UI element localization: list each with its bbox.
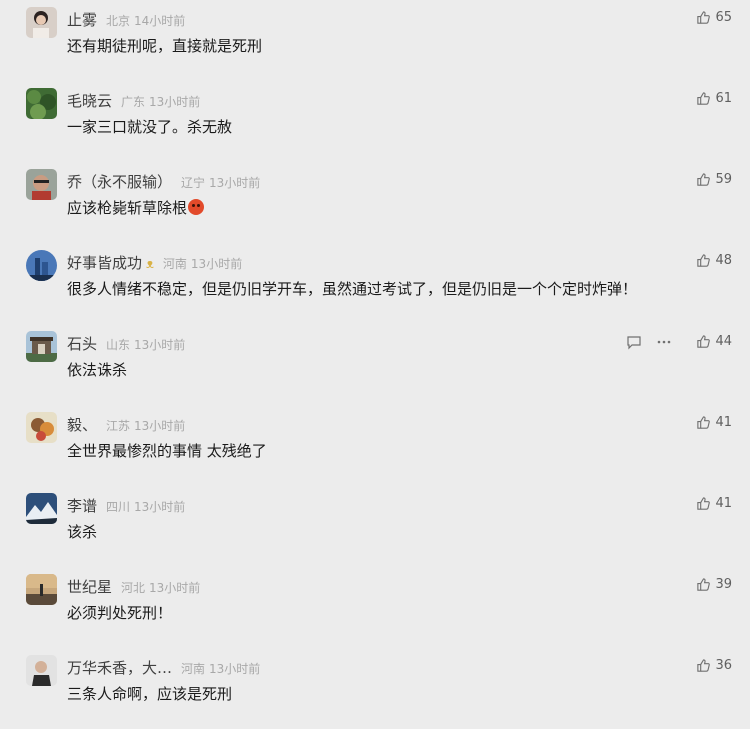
like-button[interactable]: 41 [696,415,732,430]
comment-item: 毅、 江苏 13小时前 全世界最惨烈的事情 太残绝了 41 [0,405,750,486]
avatar[interactable] [26,412,57,443]
timestamp: 13小时前 [134,338,186,352]
user-name[interactable]: 毛晓云 [67,90,112,111]
user-name[interactable]: 止雾 [67,9,97,30]
like-count: 44 [715,334,732,349]
comment-text: 依法诛杀 [67,361,128,379]
avatar[interactable] [26,574,57,605]
like-count: 59 [715,172,732,187]
timestamp: 13小时前 [149,581,201,595]
timestamp: 13小时前 [134,500,186,514]
like-button[interactable]: 39 [696,577,732,592]
user-name[interactable]: 世纪星 [67,576,112,597]
thumbs-up-icon [697,578,711,591]
thumbs-up-icon [697,659,711,672]
like-button[interactable]: 65 [696,10,732,25]
avatar[interactable] [26,250,57,281]
timestamp: 13小时前 [149,95,201,109]
region: 河南 [181,662,206,676]
user-name[interactable]: 万华禾香，大… [67,657,172,678]
comment-list: 止雾 北京 14小时前 还有期徒刑呢，直接就是死刑 65 毛晓云 广东 13小时… [0,0,750,707]
user-name[interactable]: 乔（永不服输） [67,171,172,192]
thumbs-up-icon [697,92,711,105]
like-button[interactable]: 41 [696,496,732,511]
comment-item: 石头 山东 13小时前 依法诛杀 44 [0,324,750,405]
comment-text: 全世界最惨烈的事情 太残绝了 [67,442,267,460]
thumbs-up-icon [697,11,711,24]
region: 河南 [162,257,187,271]
user-name[interactable]: 石头 [67,333,97,354]
region: 山东 [106,338,131,352]
like-button[interactable]: 44 [696,334,732,349]
user-badge-icon: ᴥ [146,257,154,272]
like-count: 36 [715,658,732,673]
region: 北京 [106,14,131,28]
region: 广东 [121,95,146,109]
thumbs-up-icon [697,416,711,429]
comment-text-content: 应该枪毙斩草除根 [67,199,188,217]
avatar[interactable] [26,331,57,362]
comment-item: 万华禾香，大… 河南 13小时前 三条人命啊，应该是死刑 36 [0,648,750,729]
comment-text: 该杀 [67,523,98,541]
thumbs-up-icon [697,254,711,267]
thumbs-up-icon [697,173,711,186]
comment-item: 世纪星 河北 13小时前 必须判处死刑！ 39 [0,567,750,648]
comment-item: 乔（永不服输） 辽宁 13小时前 应该枪毙斩草除根 59 [0,162,750,243]
more-dots-icon[interactable] [656,334,672,350]
like-count: 39 [715,577,732,592]
comment-text: 还有期徒刑呢，直接就是死刑 [67,37,263,55]
region: 四川 [106,500,131,514]
timestamp: 13小时前 [209,176,261,190]
timestamp: 13小时前 [209,662,261,676]
region: 江苏 [106,419,131,433]
comment-item: 好事皆成功 ᴥ 河南 13小时前 很多人情绪不稳定，但是仍旧学开车，虽然通过考试… [0,243,750,324]
thumbs-up-icon [697,497,711,510]
comment-actions [626,334,672,350]
comment-text: 很多人情绪不稳定，但是仍旧学开车，虽然通过考试了，但是仍旧是一个个定时炸弹！ [67,280,638,298]
region: 辽宁 [181,176,206,190]
timestamp: 13小时前 [134,419,186,433]
like-button[interactable]: 59 [696,172,732,187]
avatar[interactable] [26,655,57,686]
comment-item: 毛晓云 广东 13小时前 一家三口就没了。杀无赦 61 [0,81,750,162]
timestamp: 14小时前 [134,14,186,28]
user-name[interactable]: 毅、 [67,414,97,435]
comment-text: 必须判处死刑！ [67,604,173,622]
comment-text: 应该枪毙斩草除根 [67,197,205,218]
like-button[interactable]: 36 [696,658,732,673]
timestamp: 13小时前 [190,257,243,271]
region: 河北 [121,581,146,595]
thumbs-up-icon [697,335,711,348]
like-count: 41 [715,496,732,511]
avatar[interactable] [26,7,57,38]
comment-item: 李谱 四川 13小时前 该杀 41 [0,486,750,567]
avatar[interactable] [26,88,57,119]
like-count: 61 [715,91,732,106]
comment-icon[interactable] [626,334,642,350]
like-count: 65 [715,10,732,25]
like-button[interactable]: 61 [696,91,732,106]
comment-text: 三条人命啊，应该是死刑 [67,685,233,703]
avatar[interactable] [26,493,57,524]
comment-item: 止雾 北京 14小时前 还有期徒刑呢，直接就是死刑 65 [0,0,750,81]
like-count: 48 [715,253,732,268]
angry-emoji-icon [188,199,205,215]
like-count: 41 [715,415,732,430]
user-name[interactable]: 李谱 [67,495,97,516]
avatar[interactable] [26,169,57,200]
user-name[interactable]: 好事皆成功 [67,252,142,273]
comment-text: 一家三口就没了。杀无赦 [67,118,233,136]
like-button[interactable]: 48 [696,253,732,268]
